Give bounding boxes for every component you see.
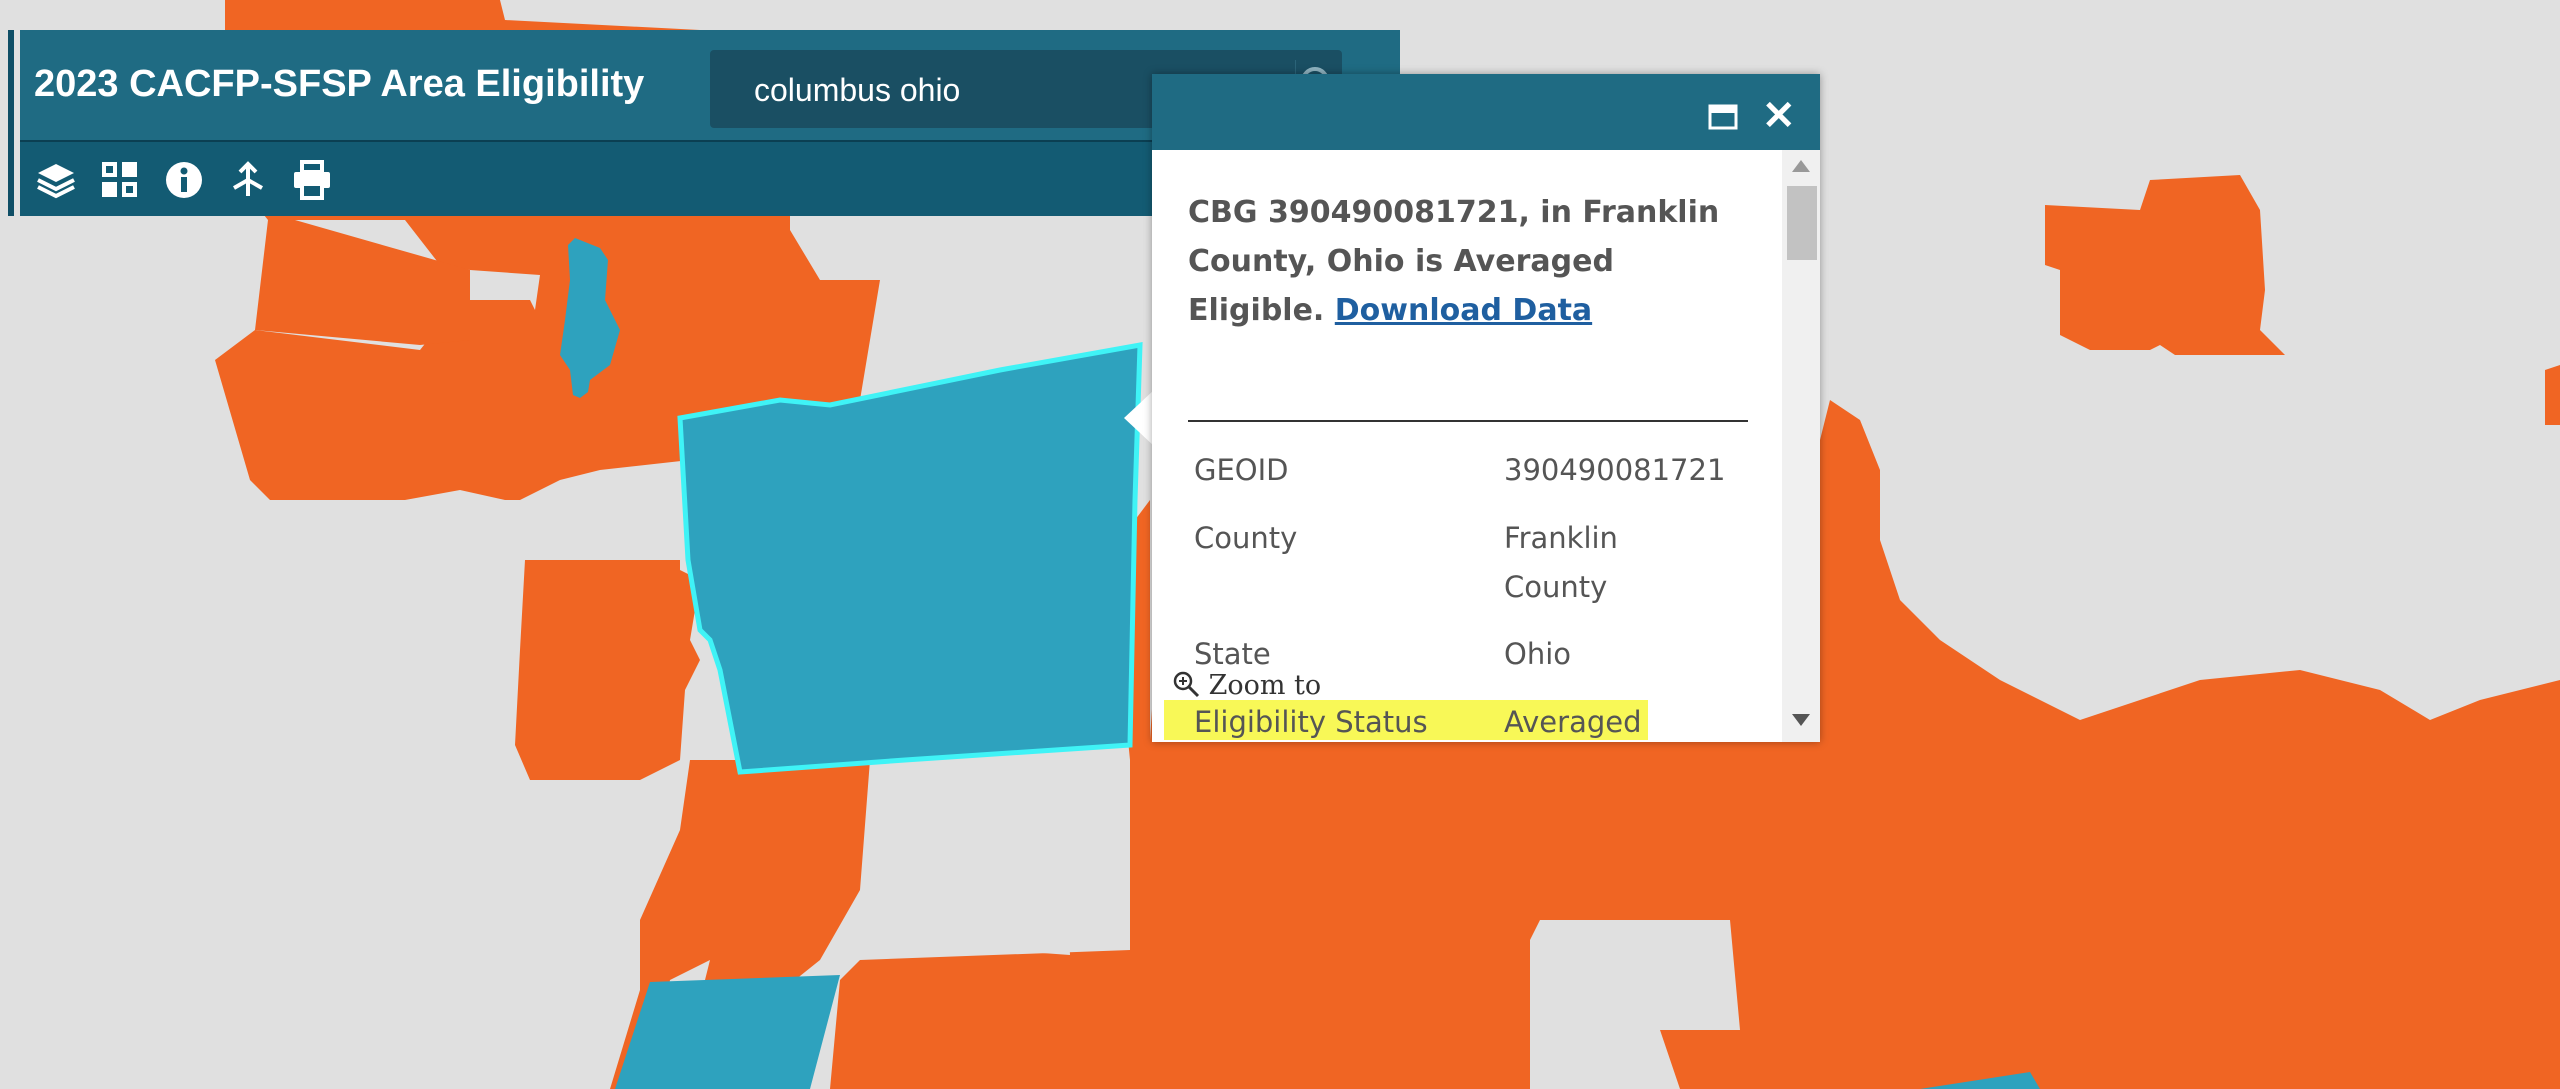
info-popup: ✕ CBG 390490081721, in Franklin County, … — [1152, 74, 1820, 742]
zoom-to-link[interactable]: Zoom to — [1172, 670, 1321, 701]
attr-label-geoid: GEOID — [1194, 453, 1289, 487]
attr-value-geoid: 390490081721 — [1504, 453, 1726, 487]
popup-divider — [1188, 420, 1748, 422]
scroll-down-arrow-icon[interactable] — [1792, 714, 1810, 726]
scroll-up-arrow-icon[interactable] — [1792, 160, 1810, 172]
info-icon[interactable] — [164, 160, 204, 200]
print-icon[interactable] — [292, 160, 332, 200]
eligible-area[interactable] — [2545, 365, 2560, 425]
popup-scrollbar[interactable] — [1782, 150, 1820, 742]
scroll-thumb[interactable] — [1787, 186, 1817, 260]
maximize-icon[interactable] — [1708, 104, 1738, 130]
attr-label-eligibility: Eligibility Status — [1194, 705, 1428, 739]
zoom-to-label: Zoom to — [1208, 670, 1322, 701]
basemap-gallery-icon[interactable] — [100, 160, 140, 200]
zoom-in-icon — [1173, 671, 1200, 698]
attr-value-county: Franklin County — [1504, 521, 1618, 604]
averaged-area[interactable] — [615, 975, 840, 1089]
eligible-area[interactable] — [515, 560, 700, 780]
close-icon[interactable]: ✕ — [1762, 96, 1796, 136]
download-data-link[interactable]: Download Data — [1335, 293, 1592, 328]
share-icon[interactable] — [228, 160, 268, 200]
selected-block-group[interactable] — [677, 341, 1143, 775]
popup-content: CBG 390490081721, in Franklin County, Oh… — [1152, 150, 1782, 740]
popup-summary: CBG 390490081721, in Franklin County, Oh… — [1188, 188, 1748, 335]
app-title: 2023 CACFP-SFSP Area Eligibility — [34, 63, 645, 105]
attr-label-county: County — [1194, 521, 1298, 555]
attr-value-eligibility: Averaged — [1504, 705, 1642, 739]
search-input[interactable]: columbus ohio — [754, 72, 960, 109]
attr-value-state: Ohio — [1504, 637, 1572, 671]
layers-icon[interactable] — [36, 160, 76, 200]
popup-header: ✕ — [1152, 74, 1820, 150]
popup-pointer — [1124, 390, 1154, 446]
header-edge — [8, 30, 14, 216]
